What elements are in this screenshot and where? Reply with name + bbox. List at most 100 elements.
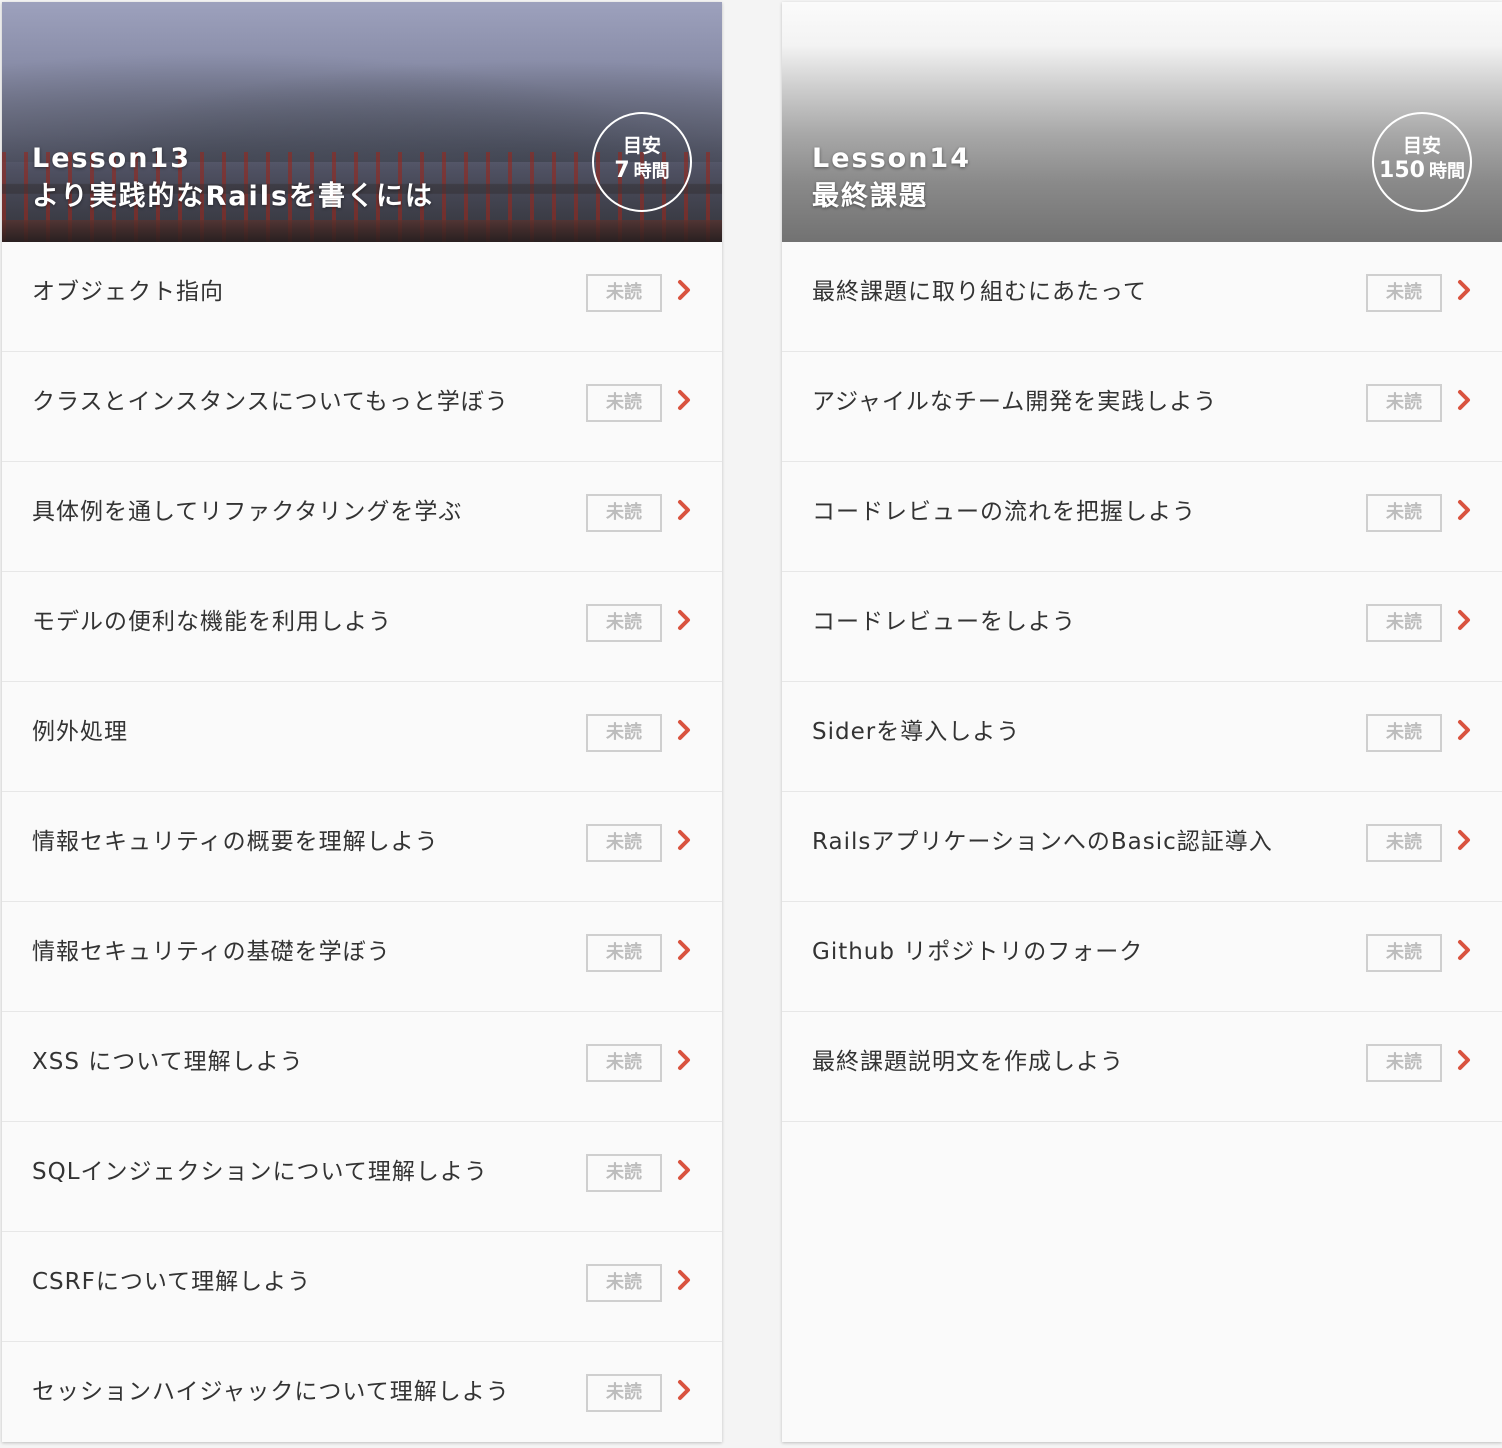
chapter-title: SQLインジェクションについて理解しよう	[32, 1159, 488, 1185]
chapter-list-13: オブジェクト指向 未読 クラスとインスタンスについてもっと学ぼう 未読 具体例を通してリ…	[2, 242, 722, 1448]
unread-status-badge: 未読	[586, 824, 662, 862]
chevron-right-icon	[674, 828, 694, 852]
chapter-title: モデルの便利な機能を利用しよう	[32, 609, 392, 635]
chapter-title: Siderを導入しよう	[812, 719, 1021, 745]
lesson-header-13: Lesson13 より実践的なRailsを書くには 目安 7 時間	[2, 2, 722, 242]
chapter-list-item[interactable]: Siderを導入しよう 未読	[782, 682, 1502, 792]
chevron-right-icon	[674, 1268, 694, 1292]
chapter-list-item[interactable]: 例外処理 未読	[2, 682, 722, 792]
chapter-title: RailsアプリケーションへのBasic認証導入	[812, 829, 1273, 855]
chapter-list-item[interactable]: RailsアプリケーションへのBasic認証導入 未読	[782, 792, 1502, 902]
chapter-title: セッションハイジャックについて理解しよう	[32, 1379, 510, 1405]
chapter-title: コードレビューの流れを把握しよう	[812, 499, 1196, 525]
chapter-list-item[interactable]: Github リポジトリのフォーク 未読	[782, 902, 1502, 1012]
chapter-list-item[interactable]: セッションハイジャックについて理解しよう 未読	[2, 1342, 722, 1448]
chevron-right-icon	[1454, 718, 1474, 742]
lesson-page: Lesson13 より実践的なRailsを書くには 目安 7 時間 オブジェクト指…	[0, 0, 1502, 1448]
chevron-right-icon	[674, 718, 694, 742]
unread-status-badge: 未読	[1366, 1044, 1442, 1082]
unread-status-badge: 未読	[586, 604, 662, 642]
unread-status-badge: 未読	[1366, 494, 1442, 532]
chapter-title: XSS について理解しよう	[32, 1049, 304, 1075]
unread-status-badge: 未読	[1366, 824, 1442, 862]
chapter-title: 例外処理	[32, 719, 128, 745]
lesson-header-14: Lesson14 最終課題 目安 150 時間	[782, 2, 1502, 242]
unread-status-badge: 未読	[1366, 604, 1442, 642]
chapter-title: 最終課題に取り組むにあたって	[812, 279, 1147, 305]
chapter-title: CSRFについて理解しよう	[32, 1269, 312, 1295]
lesson-card-13: Lesson13 より実践的なRailsを書くには 目安 7 時間 オブジェクト指…	[2, 2, 722, 1442]
unread-status-badge: 未読	[586, 274, 662, 312]
chevron-right-icon	[674, 388, 694, 412]
chapter-list-item[interactable]: 情報セキュリティの基礎を学ぼう 未読	[2, 902, 722, 1012]
estimate-value: 7 時間	[594, 158, 690, 185]
chevron-right-icon	[1454, 1048, 1474, 1072]
chevron-right-icon	[1454, 828, 1474, 852]
chevron-right-icon	[674, 278, 694, 302]
estimate-unit: 時間	[633, 161, 670, 182]
chevron-right-icon	[1454, 388, 1474, 412]
unread-status-badge: 未読	[586, 714, 662, 752]
chapter-list-item[interactable]: モデルの便利な機能を利用しよう 未読	[2, 572, 722, 682]
chevron-right-icon	[1454, 498, 1474, 522]
lesson-card-14: Lesson14 最終課題 目安 150 時間 最終課題に取り組むにあたって 未読ア…	[782, 2, 1502, 1442]
header-shrine-base	[2, 220, 722, 242]
chapter-title: クラスとインスタンスについてもっと学ぼう	[32, 389, 509, 415]
chevron-right-icon	[1454, 608, 1474, 632]
lesson-number: Lesson13	[32, 143, 192, 174]
unread-status-badge: 未読	[1366, 384, 1442, 422]
chevron-right-icon	[674, 608, 694, 632]
chapter-list-item[interactable]: SQLインジェクションについて理解しよう 未読	[2, 1122, 722, 1232]
chapter-title: Github リポジトリのフォーク	[812, 939, 1144, 965]
unread-status-badge: 未読	[1366, 714, 1442, 752]
chapter-list-item[interactable]: クラスとインスタンスについてもっと学ぼう 未読	[2, 352, 722, 462]
chapter-list-item[interactable]: コードレビューの流れを把握しよう 未読	[782, 462, 1502, 572]
unread-status-badge: 未読	[586, 1264, 662, 1302]
estimate-value: 150 時間	[1374, 158, 1470, 185]
estimate-label: 目安	[622, 135, 661, 157]
chevron-right-icon	[674, 1048, 694, 1072]
chapter-list-item[interactable]: XSS について理解しよう 未読	[2, 1012, 722, 1122]
chapter-list-item[interactable]: CSRFについて理解しよう 未読	[2, 1232, 722, 1342]
chevron-right-icon	[674, 1378, 694, 1402]
chevron-right-icon	[1454, 938, 1474, 962]
estimate-time-badge: 目安 7 時間	[592, 112, 692, 212]
lesson-title: Lesson13 より実践的なRailsを書くには	[32, 140, 434, 216]
chapter-list-14: 最終課題に取り組むにあたって 未読 アジャイルなチーム開発を実践しよう 未読 コードレビ…	[782, 242, 1502, 1122]
chapter-title: 具体例を通してリファクタリングを学ぶ	[32, 499, 463, 525]
unread-status-badge: 未読	[586, 494, 662, 532]
chapter-title: 情報セキュリティの基礎を学ぼう	[32, 939, 391, 965]
lesson-title: Lesson14 最終課題	[812, 140, 971, 216]
unread-status-badge: 未読	[586, 1154, 662, 1192]
unread-status-badge: 未読	[1366, 934, 1442, 972]
chapter-title: オブジェクト指向	[32, 279, 224, 305]
chevron-right-icon	[674, 1158, 694, 1182]
unread-status-badge: 未読	[1366, 274, 1442, 312]
estimate-unit: 時間	[1428, 161, 1465, 182]
lesson-number: Lesson14	[812, 143, 972, 174]
unread-status-badge: 未読	[586, 1044, 662, 1082]
estimate-number: 7	[614, 158, 630, 183]
chevron-right-icon	[674, 938, 694, 962]
chapter-list-item[interactable]: コードレビューをしよう 未読	[782, 572, 1502, 682]
lesson-name: より実践的なRailsを書くには	[32, 181, 435, 212]
estimate-time-badge: 目安 150 時間	[1372, 112, 1472, 212]
chapter-list-item[interactable]: オブジェクト指向 未読	[2, 242, 722, 352]
chevron-right-icon	[674, 498, 694, 522]
lesson-name: 最終課題	[812, 181, 928, 212]
chapter-list-item[interactable]: アジャイルなチーム開発を実践しよう 未読	[782, 352, 1502, 462]
chapter-title: コードレビューをしよう	[812, 609, 1076, 635]
chapter-list-item[interactable]: 具体例を通してリファクタリングを学ぶ 未読	[2, 462, 722, 572]
chapter-title: 情報セキュリティの概要を理解しよう	[32, 829, 439, 855]
chevron-right-icon	[1454, 278, 1474, 302]
unread-status-badge: 未読	[586, 934, 662, 972]
chapter-list-item[interactable]: 情報セキュリティの概要を理解しよう 未読	[2, 792, 722, 902]
chapter-title: アジャイルなチーム開発を実践しよう	[812, 389, 1218, 415]
estimate-label: 目安	[1402, 135, 1441, 157]
chapter-list-item[interactable]: 最終課題説明文を作成しよう 未読	[782, 1012, 1502, 1122]
unread-status-badge: 未読	[586, 384, 662, 422]
chapter-title: 最終課題説明文を作成しよう	[812, 1049, 1124, 1075]
chapter-list-item[interactable]: 最終課題に取り組むにあたって 未読	[782, 242, 1502, 352]
unread-status-badge: 未読	[586, 1374, 662, 1412]
estimate-number: 150	[1379, 158, 1425, 183]
